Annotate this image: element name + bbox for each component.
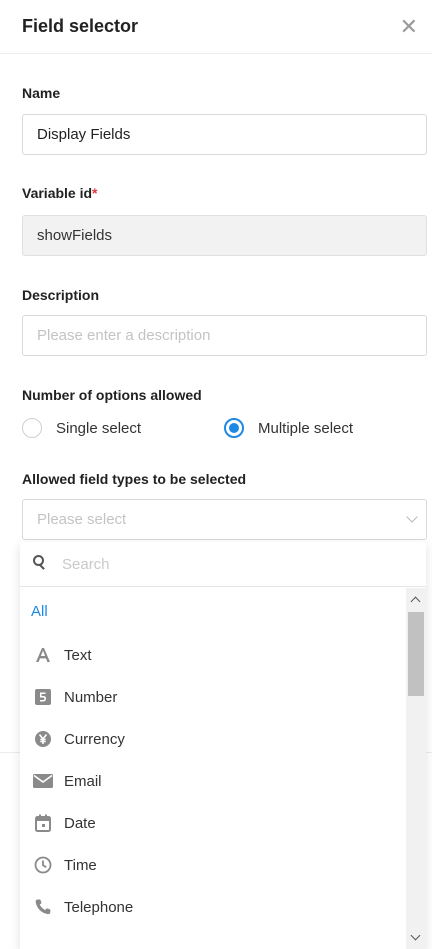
radio-circle-unchecked [22, 418, 42, 438]
option-text-label: Text [64, 646, 92, 664]
variable-id-field: showFields [22, 215, 427, 256]
option-currency[interactable]: Currency [20, 718, 406, 760]
scroll-up-arrow-icon[interactable] [410, 596, 421, 607]
option-currency-label: Currency [64, 730, 125, 748]
option-number-label: Number [64, 688, 118, 706]
number-icon [32, 686, 54, 708]
option-text[interactable]: Text [20, 634, 406, 676]
dropdown-option-list: All Text Number Currency Email Date Time… [20, 588, 406, 949]
single-select-radio[interactable]: Single select [22, 418, 224, 438]
required-mark: * [92, 185, 98, 201]
panel-header: Field selector ✕ [0, 0, 432, 54]
option-email-label: Email [64, 772, 102, 790]
email-icon [32, 770, 54, 792]
name-label: Name [22, 85, 61, 101]
field-types-select[interactable]: Please select [22, 499, 427, 540]
multiple-select-radio[interactable]: Multiple select [224, 418, 353, 438]
option-all-label: All [31, 602, 48, 620]
option-date-label: Date [64, 814, 96, 832]
field-type-dropdown: All Text Number Currency Email [20, 542, 426, 949]
text-icon [32, 644, 54, 666]
description-field[interactable] [22, 315, 427, 356]
option-telephone[interactable]: Telephone [20, 886, 406, 928]
radio-circle-checked [224, 418, 244, 438]
variable-id-label: Variable id* [22, 185, 98, 201]
currency-icon [32, 728, 54, 750]
field-types-placeholder: Please select [37, 511, 127, 528]
multiple-select-label: Multiple select [258, 419, 354, 437]
option-date[interactable]: Date [20, 802, 406, 844]
name-input[interactable] [37, 126, 412, 143]
telephone-icon [32, 896, 54, 918]
scroll-down-arrow-icon[interactable] [410, 930, 421, 941]
variable-id-value: showFields [37, 227, 113, 244]
close-icon[interactable]: ✕ [400, 15, 418, 38]
scrollbar-thumb[interactable] [408, 612, 424, 696]
option-time[interactable]: Time [20, 844, 406, 886]
date-icon [32, 812, 54, 834]
option-email[interactable]: Email [20, 760, 406, 802]
option-number[interactable]: Number [20, 676, 406, 718]
field-types-label: Allowed field types to be selected [22, 471, 247, 487]
panel-title: Field selector [22, 16, 139, 36]
option-all[interactable]: All [20, 588, 406, 634]
options-allowed-radio-group: Single select Multiple select [22, 418, 353, 438]
option-time-label: Time [64, 856, 97, 874]
dropdown-search-bar [20, 542, 426, 587]
single-select-label: Single select [56, 419, 142, 437]
search-icon [30, 553, 52, 575]
option-telephone-label: Telephone [64, 898, 134, 916]
chevron-down-icon [406, 511, 418, 523]
options-allowed-label: Number of options allowed [22, 387, 202, 403]
dropdown-search-input[interactable] [62, 555, 382, 573]
name-field[interactable] [22, 114, 427, 155]
description-label: Description [22, 287, 100, 303]
variable-id-label-text: Variable id [22, 185, 93, 201]
description-input[interactable] [37, 327, 412, 344]
time-icon [32, 854, 54, 876]
dropdown-scrollbar[interactable] [406, 588, 426, 949]
